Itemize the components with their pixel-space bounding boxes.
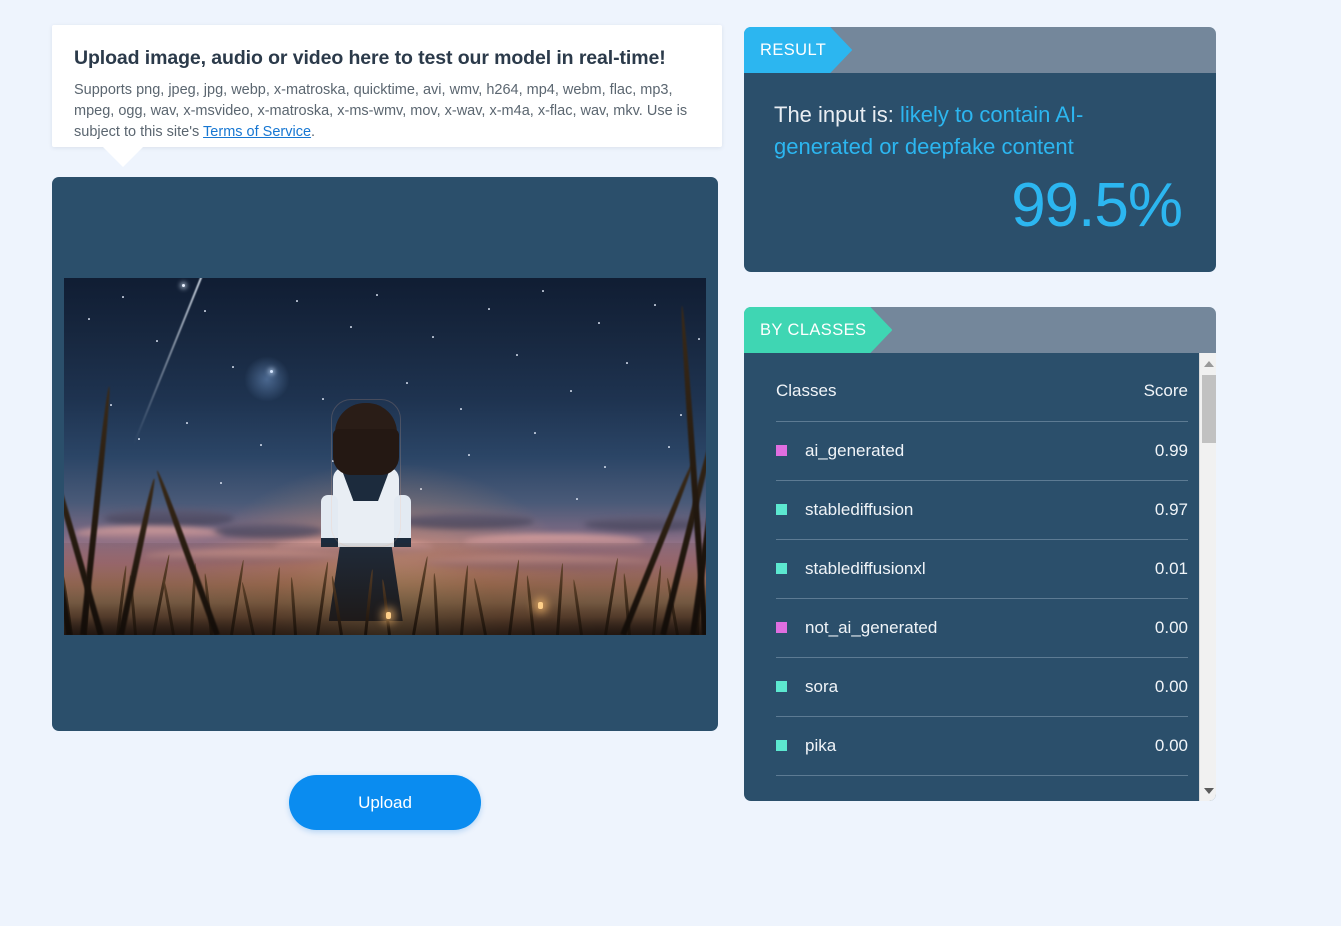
result-panel-header: RESULT [744, 27, 1216, 73]
table-row[interactable]: not_ai_generated 0.00 [776, 598, 1188, 658]
class-color-swatch-icon [776, 445, 787, 457]
supported-formats-period: . [311, 123, 316, 140]
classes-table-body: ai_generated 0.99 stablediffusion 0.97 stabl… [776, 421, 1188, 776]
classes-scrollbar[interactable] [1199, 353, 1216, 801]
result-confidence-percent: 99.5% [1011, 170, 1183, 240]
triangle-down-icon[interactable] [1200, 782, 1216, 799]
class-name-cell: ai_generated [776, 421, 1100, 481]
column-header-score: Score [1099, 353, 1188, 422]
class-score-cell: 0.00 [1099, 657, 1188, 717]
by-classes-panel-header: BY CLASSES [744, 307, 1216, 353]
class-color-swatch-icon [776, 740, 787, 752]
class-label: not_ai_generated [805, 618, 938, 637]
table-row[interactable]: ai_generated 0.99 [776, 421, 1188, 481]
class-color-swatch-icon [776, 504, 787, 516]
class-score-cell: 0.00 [1099, 598, 1188, 658]
class-color-swatch-icon [776, 563, 787, 575]
by-classes-panel-body: Classes Score ai_generated 0.99 stablediff… [744, 353, 1216, 801]
shooting-star-icon [132, 278, 206, 445]
class-color-swatch-icon [776, 622, 787, 634]
tooltip-arrow-icon [103, 147, 143, 167]
triangle-up-icon[interactable] [1200, 355, 1216, 372]
table-row[interactable]: pika 0.00 [776, 716, 1188, 776]
by-classes-panel: BY CLASSES Classes Score ai_generated 0.9… [744, 307, 1216, 801]
result-prefix: The input is: [774, 102, 900, 127]
result-panel-body: The input is: likely to contain AI-gener… [744, 73, 1216, 272]
media-preview-panel [52, 177, 718, 731]
class-name-cell: stablediffusionxl [776, 539, 1100, 599]
class-label: sora [805, 677, 839, 696]
upload-button[interactable]: Upload [289, 775, 481, 830]
column-header-classes: Classes [776, 353, 1100, 422]
class-score-cell: 0.97 [1099, 480, 1188, 540]
class-score-cell: 0.01 [1099, 539, 1188, 599]
page-root: Upload image, audio or video here to tes… [0, 0, 1341, 926]
class-label: stablediffusion [805, 500, 914, 519]
result-statement: The input is: likely to contain AI-gener… [774, 99, 1182, 163]
scrollbar-thumb[interactable] [1202, 375, 1216, 443]
upload-info-card: Upload image, audio or video here to tes… [52, 25, 722, 147]
classes-table: Classes Score ai_generated 0.99 stablediff… [776, 353, 1188, 776]
supported-formats-text: Supports png, jpeg, jpg, webp, x-matrosk… [74, 80, 700, 142]
class-name-cell: sora [776, 657, 1100, 717]
class-name-cell: pika [776, 716, 1100, 776]
class-label: stablediffusionxl [805, 559, 926, 578]
class-name-cell: stablediffusion [776, 480, 1100, 540]
class-label: pika [805, 736, 837, 755]
illustration-grass-field [64, 543, 706, 635]
result-panel: RESULT The input is: likely to contain A… [744, 27, 1216, 272]
supported-formats-body: Supports png, jpeg, jpg, webp, x-matrosk… [74, 82, 688, 140]
uploaded-image [64, 278, 706, 635]
by-classes-ribbon-label: BY CLASSES [744, 307, 892, 353]
class-label: ai_generated [805, 441, 905, 460]
table-row[interactable]: stablediffusion 0.97 [776, 480, 1188, 540]
classes-table-header-row: Classes Score [776, 353, 1188, 422]
class-color-swatch-icon [776, 681, 787, 693]
terms-of-service-link[interactable]: Terms of Service [203, 124, 311, 140]
result-ribbon-label: RESULT [744, 27, 852, 73]
class-score-cell: 0.99 [1099, 421, 1188, 481]
page-title: Upload image, audio or video here to tes… [74, 47, 666, 69]
table-row[interactable]: sora 0.00 [776, 657, 1188, 717]
class-score-cell: 0.00 [1099, 716, 1188, 776]
lens-flare [244, 356, 290, 402]
table-row[interactable]: stablediffusionxl 0.01 [776, 539, 1188, 599]
class-name-cell: not_ai_generated [776, 598, 1100, 658]
